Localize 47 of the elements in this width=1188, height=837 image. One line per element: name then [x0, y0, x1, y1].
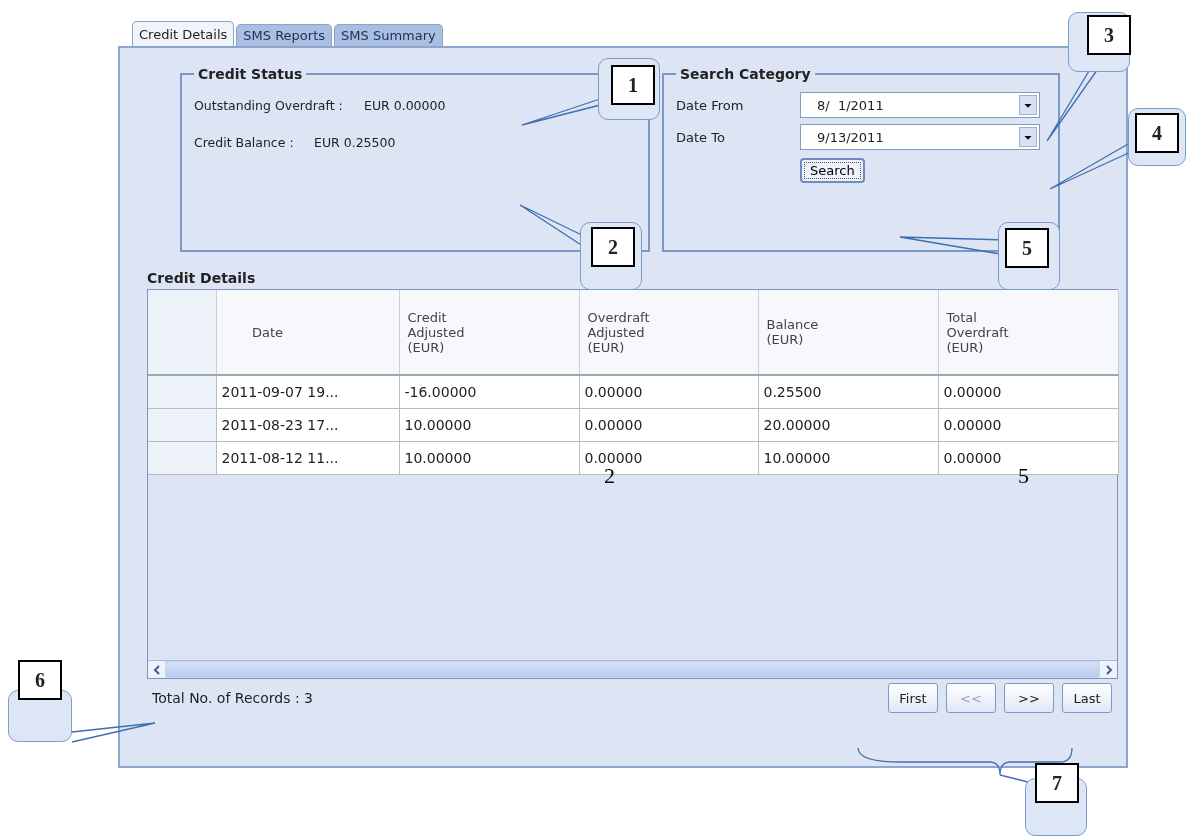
callout-number: 2 — [591, 227, 635, 267]
field-label: Outstanding Overdraft : — [194, 98, 344, 113]
section-title: Credit Details — [147, 270, 257, 286]
table-cell: 0.00000 — [579, 408, 758, 442]
column-header[interactable]: Total Overdraft (EUR) — [938, 290, 1118, 375]
pager-button[interactable]: First — [888, 683, 938, 713]
field-label: Date From — [676, 97, 745, 113]
callout-number: 3 — [1087, 15, 1131, 55]
date-picker[interactable]: 9/13/2011 — [800, 124, 1040, 150]
column-header[interactable]: Credit Adjusted (EUR) — [399, 290, 579, 375]
table-cell: 0.00000 — [938, 375, 1118, 409]
table-cell: 0.00000 — [579, 375, 758, 409]
group-title: Credit Status — [197, 66, 304, 82]
tab[interactable]: SMS Summary — [334, 24, 443, 46]
tab[interactable]: SMS Reports — [236, 24, 333, 46]
pager-button[interactable]: >> — [1004, 683, 1054, 713]
record-count: Total No. of Records : 3 — [152, 690, 314, 706]
column-header[interactable]: Overdraft Adjusted (EUR) — [579, 290, 758, 375]
table-cell: 0.00000 — [938, 408, 1118, 442]
table-cell: 2011-09-07 19... — [216, 375, 399, 409]
callout-number: 5 — [1005, 228, 1049, 268]
table-cell: 2011-08-23 17... — [216, 408, 399, 442]
table-cell: 10.00000 — [758, 441, 938, 475]
column-header[interactable]: Balance (EUR) — [758, 290, 938, 375]
table-cell: 2011-08-12 11... — [216, 441, 399, 475]
date-picker[interactable]: 8/ 1/2011 — [800, 92, 1040, 118]
callout-number: 1 — [611, 65, 655, 105]
callout-number: 7 — [1035, 763, 1079, 803]
field-value: EUR 0.00000 — [364, 98, 446, 113]
callout-number: 6 — [18, 660, 62, 700]
table-cell: 20.00000 — [758, 408, 938, 442]
column-header[interactable]: Date — [216, 290, 399, 375]
scroll-left-icon[interactable] — [152, 664, 161, 675]
table-cell: 0.25500 — [758, 375, 938, 409]
pager-button[interactable]: Last — [1062, 683, 1112, 713]
horizontal-scrollbar[interactable] — [148, 660, 1117, 678]
search-button[interactable]: Search — [800, 158, 865, 183]
table-cell: 10.00000 — [399, 408, 579, 442]
table-cell: -16.00000 — [399, 375, 579, 409]
group-title: Search Category — [679, 66, 812, 82]
field-label: Date To — [676, 129, 726, 145]
tab[interactable]: Credit Details — [132, 21, 235, 46]
field-value: EUR 0.25500 — [314, 135, 396, 150]
scroll-right-icon[interactable] — [1104, 664, 1113, 675]
field-label: Credit Balance : — [194, 135, 295, 150]
table-cell: 10.00000 — [399, 441, 579, 475]
callout-number: 4 — [1135, 113, 1179, 153]
